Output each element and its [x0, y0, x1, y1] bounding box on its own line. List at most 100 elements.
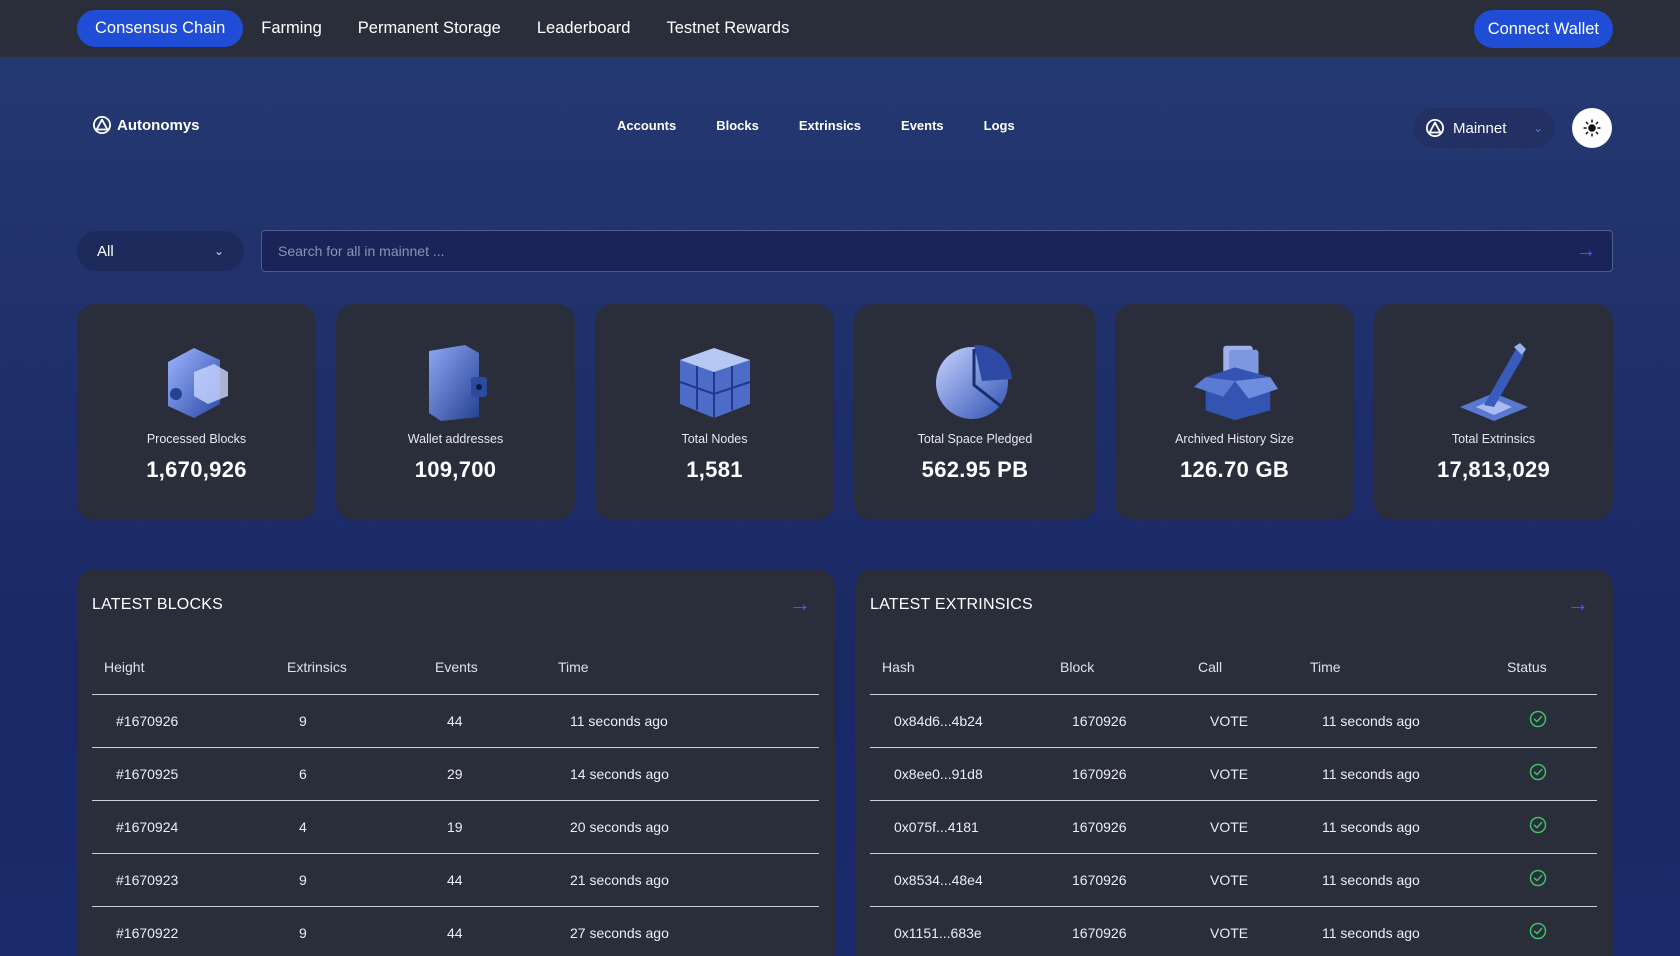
stat-value: 109,700 [414, 457, 497, 482]
extrinsic-hash-link[interactable]: 0x8534...48e4 [870, 853, 1060, 907]
connect-wallet-button[interactable]: Connect Wallet [1473, 10, 1613, 48]
cell-time: 27 seconds ago [558, 906, 819, 956]
brand-logo[interactable]: Autonomys [93, 116, 200, 134]
extrinsic-hash-link[interactable]: 0x84d6...4b24 [870, 694, 1060, 748]
view-all-arrow-icon[interactable]: → [789, 591, 811, 617]
search-bar: → [261, 230, 1613, 272]
top-nav: Consensus Chain Farming Permanent Storag… [77, 10, 807, 47]
top-navbar: Consensus Chain Farming Permanent Storag… [0, 0, 1680, 57]
block-height-link[interactable]: #1670922 [92, 906, 287, 956]
cell-call: VOTE [1198, 800, 1310, 854]
cell-time: 11 seconds ago [558, 694, 819, 748]
cell-events: 44 [435, 853, 558, 907]
cell-extrinsics: 6 [287, 747, 435, 801]
network-label: Mainnet [1453, 119, 1507, 137]
chevron-down-icon: ⌄ [213, 244, 224, 258]
nav-extrinsics[interactable]: Extrinsics [799, 118, 861, 133]
cell-events: 19 [435, 800, 558, 854]
theme-toggle-button[interactable] [1572, 108, 1612, 148]
cell-call: VOTE [1198, 853, 1310, 907]
pie-icon [930, 340, 1020, 424]
success-check-icon [1529, 816, 1547, 834]
archive-box-icon [1190, 340, 1280, 424]
table-row[interactable]: #1670925 6 29 14 seconds ago [92, 747, 819, 801]
stat-card-total-space-pledged: Total Space Pledged 562.95 PB [854, 304, 1096, 520]
latest-blocks-panel: LATEST BLOCKS → Height Extrinsics Events… [77, 569, 835, 956]
table-row[interactable]: 0x1151...683e 1670926 VOTE 11 seconds ag… [870, 906, 1597, 956]
topnav-farming[interactable]: Farming [243, 10, 340, 47]
panel-title: LATEST BLOCKS [92, 596, 223, 613]
col-hash: Hash [870, 641, 1060, 695]
block-link[interactable]: 1670926 [1060, 800, 1198, 854]
stat-card-archived-history-size: Archived History Size 126.70 GB [1115, 304, 1354, 520]
cell-events: 29 [435, 747, 558, 801]
cell-time: 11 seconds ago [1310, 906, 1507, 956]
block-height-link[interactable]: #1670924 [92, 800, 287, 854]
extrinsic-hash-link[interactable]: 0x1151...683e [870, 906, 1060, 956]
cell-time: 11 seconds ago [1310, 747, 1507, 801]
pen-icon [1449, 340, 1539, 424]
blocks-table: Height Extrinsics Events Time #1670926 9… [92, 641, 819, 956]
table-row[interactable]: 0x8ee0...91d8 1670926 VOTE 11 seconds ag… [870, 747, 1597, 801]
block-link[interactable]: 1670926 [1060, 853, 1198, 907]
block-height-link[interactable]: #1670923 [92, 853, 287, 907]
autonomys-logo-icon [93, 116, 111, 134]
nav-logs[interactable]: Logs [984, 118, 1015, 133]
table-row[interactable]: #1670924 4 19 20 seconds ago [92, 800, 819, 854]
table-row[interactable]: 0x8534...48e4 1670926 VOTE 11 seconds ag… [870, 853, 1597, 907]
col-events: Events [435, 641, 558, 695]
topnav-testnet-rewards[interactable]: Testnet Rewards [648, 10, 807, 47]
stat-label: Processed Blocks [146, 432, 247, 446]
cell-time: 21 seconds ago [558, 853, 819, 907]
block-height-link[interactable]: #1670925 [92, 747, 287, 801]
latest-extrinsics-panel: LATEST EXTRINSICS → Hash Block Call Time… [855, 569, 1613, 956]
view-all-arrow-icon[interactable]: → [1567, 591, 1589, 617]
extrinsic-hash-link[interactable]: 0x8ee0...91d8 [870, 747, 1060, 801]
stat-value: 1,581 [686, 457, 743, 482]
stat-value: 17,813,029 [1436, 457, 1551, 482]
topnav-permanent-storage[interactable]: Permanent Storage [340, 10, 519, 47]
nav-events[interactable]: Events [901, 118, 944, 133]
table-row[interactable]: #1670923 9 44 21 seconds ago [92, 853, 819, 907]
nodes-cube-icon [670, 340, 760, 424]
col-time: Time [558, 641, 819, 695]
block-link[interactable]: 1670926 [1060, 906, 1198, 956]
block-height-link[interactable]: #1670926 [92, 694, 287, 748]
search-filter-select[interactable]: All ⌄ [77, 231, 244, 271]
success-check-icon [1529, 763, 1547, 781]
stat-label: Total Nodes [681, 432, 748, 446]
chevron-down-icon: ⌄ [1532, 121, 1543, 135]
autonomys-network-icon [1426, 119, 1444, 137]
nav-blocks[interactable]: Blocks [716, 118, 759, 133]
cell-time: 20 seconds ago [558, 800, 819, 854]
extrinsic-hash-link[interactable]: 0x075f...4181 [870, 800, 1060, 854]
filter-value: All [97, 242, 114, 260]
topnav-consensus-chain[interactable]: Consensus Chain [77, 10, 244, 47]
topnav-leaderboard[interactable]: Leaderboard [519, 10, 649, 47]
cell-time: 11 seconds ago [1310, 800, 1507, 854]
extrinsics-table: Hash Block Call Time Status 0x84d6...4b2… [870, 641, 1597, 956]
success-check-icon [1529, 922, 1547, 940]
table-row[interactable]: #1670922 9 44 27 seconds ago [92, 906, 819, 956]
cell-events: 44 [435, 694, 558, 748]
stat-label: Archived History Size [1175, 432, 1294, 446]
cell-time: 14 seconds ago [558, 747, 819, 801]
cell-extrinsics: 9 [287, 853, 435, 907]
cell-time: 11 seconds ago [1310, 853, 1507, 907]
block-link[interactable]: 1670926 [1060, 694, 1198, 748]
cell-call: VOTE [1198, 906, 1310, 956]
stat-value: 126.70 GB [1179, 457, 1290, 482]
cell-call: VOTE [1198, 694, 1310, 748]
block-link[interactable]: 1670926 [1060, 747, 1198, 801]
table-row[interactable]: 0x075f...4181 1670926 VOTE 11 seconds ag… [870, 800, 1597, 854]
search-input[interactable] [278, 243, 1576, 259]
col-height: Height [92, 641, 287, 695]
col-time: Time [1310, 641, 1507, 695]
nav-accounts[interactable]: Accounts [617, 118, 676, 133]
cell-call: VOTE [1198, 747, 1310, 801]
stat-card-wallet-addresses: Wallet addresses 109,700 [336, 304, 575, 520]
table-row[interactable]: 0x84d6...4b24 1670926 VOTE 11 seconds ag… [870, 694, 1597, 748]
table-row[interactable]: #1670926 9 44 11 seconds ago [92, 694, 819, 748]
search-arrow-icon[interactable]: → [1576, 240, 1596, 263]
network-selector[interactable]: Mainnet ⌄ [1414, 108, 1555, 148]
